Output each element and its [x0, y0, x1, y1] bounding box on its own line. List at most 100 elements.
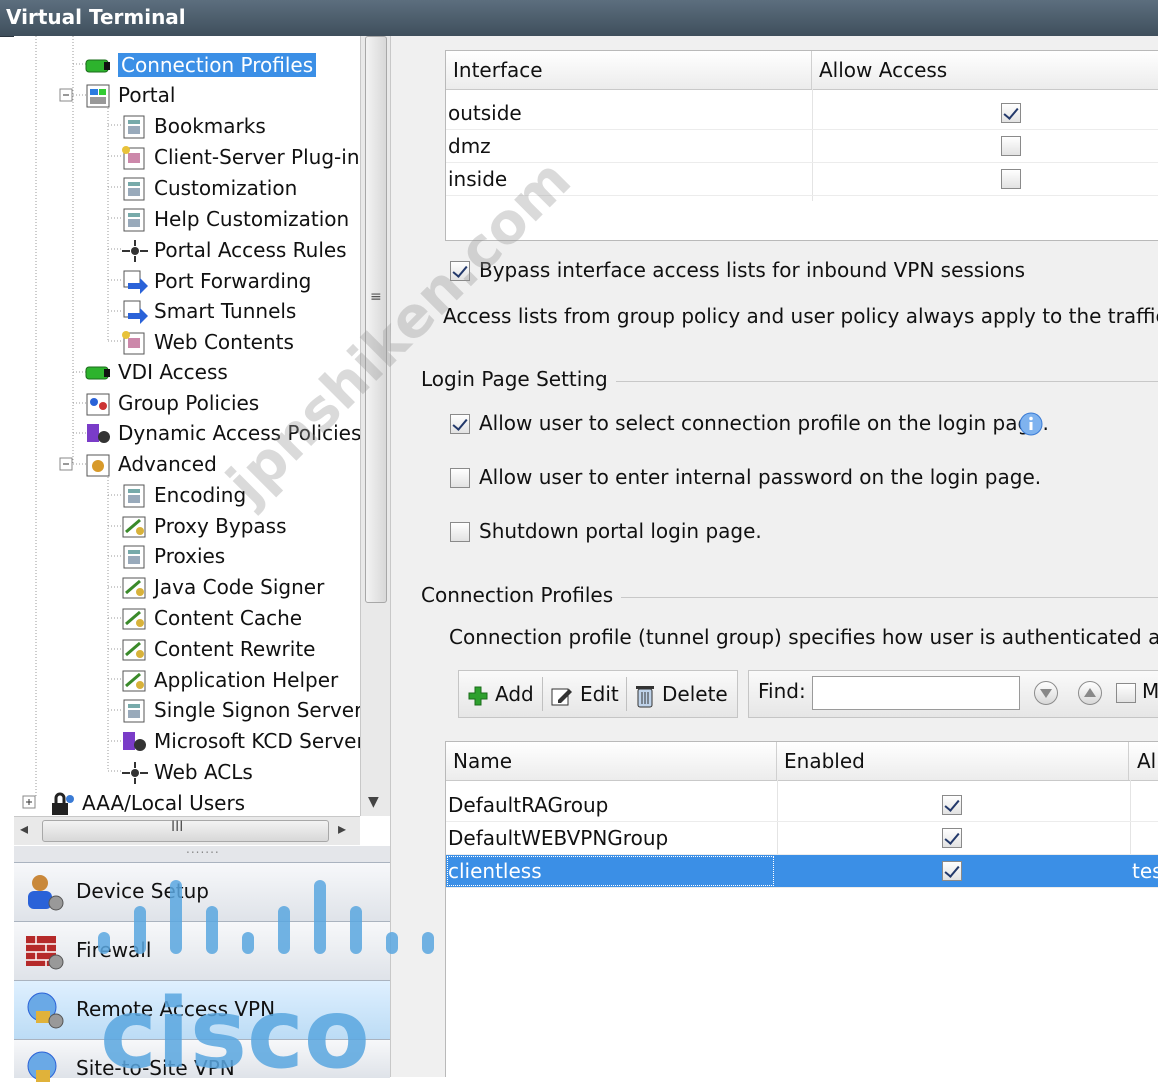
find-bar: Find: M — [748, 670, 1158, 718]
tree-item-customization[interactable]: Customization — [120, 173, 297, 202]
tree-item-web-contents[interactable]: Web Contents — [120, 327, 294, 356]
tree-item-proxy-bypass[interactable]: Proxy Bypass — [120, 511, 287, 540]
acl-note: Access lists from group policy and user … — [443, 304, 1158, 328]
tree-item-bookmarks[interactable]: Bookmarks — [120, 111, 266, 140]
panel-divider[interactable] — [390, 36, 422, 1077]
find-input[interactable] — [812, 676, 1020, 710]
certificate-icon — [122, 608, 146, 629]
select-connection-profile-checkbox[interactable] — [450, 414, 470, 434]
tree-item-microsoft-kcd-server[interactable]: Microsoft KCD Server — [120, 726, 360, 755]
tree-item-encoding[interactable]: Encoding — [120, 480, 246, 509]
match-case-label: M — [1142, 679, 1158, 703]
edit-button[interactable]: Edit — [550, 677, 619, 711]
tree-item-portal-access-rules[interactable]: Portal Access Rules — [120, 235, 347, 264]
tree-item-proxies[interactable]: Proxies — [120, 541, 225, 570]
shutdown-portal-label: Shutdown portal login page. — [479, 519, 762, 543]
tree-item-advanced[interactable]: Advanced — [84, 449, 217, 478]
enabled-checkbox[interactable] — [942, 795, 962, 815]
interface-name: dmz — [448, 134, 491, 158]
page-icon — [123, 699, 145, 722]
certificate-icon — [122, 639, 146, 660]
edit-icon — [551, 688, 572, 705]
tree-horizontal-scrollbar[interactable]: ◂ III ▸ — [14, 816, 360, 845]
connection-profiles-table[interactable]: Name Enabled Ali DefaultRAGroup DefaultW… — [445, 741, 1158, 1077]
scroll-right-arrow-icon[interactable]: ▸ — [338, 819, 346, 838]
trash-icon — [636, 685, 654, 707]
plugin-icon — [122, 330, 145, 354]
tree-item-dynamic-access-policies[interactable]: Dynamic Access Policies — [84, 418, 360, 447]
allow-access-checkbox-outside[interactable] — [1001, 103, 1021, 123]
table-row[interactable]: DefaultWEBVPNGroup — [446, 822, 1158, 855]
port-forwarding-icon — [123, 270, 148, 294]
window-title: Virtual Terminal — [6, 5, 186, 29]
access-rules-icon — [122, 761, 148, 784]
tree-horizontal-scroll-thumb[interactable]: III — [42, 819, 329, 842]
column-header-allow-access[interactable]: Allow Access — [812, 51, 1158, 89]
table-row[interactable]: inside — [446, 163, 1158, 196]
profiles-toolbar: Add Edit Delete — [458, 670, 738, 718]
tree-item-content-cache[interactable]: Content Cache — [120, 603, 302, 632]
nav-button-firewall[interactable]: Firewall — [14, 921, 390, 980]
internal-password-checkbox[interactable] — [450, 468, 470, 488]
tree-item-application-helper[interactable]: Application Helper — [120, 665, 338, 694]
tree-item-help-customization[interactable]: Help Customization — [120, 204, 349, 233]
table-row-selected[interactable]: clientless tes — [446, 855, 1158, 888]
navigation-tree[interactable]: Connection Profiles Portal Bookmarks Cli… — [14, 36, 360, 816]
arrow-up-icon — [1084, 688, 1096, 697]
table-row[interactable]: dmz — [446, 130, 1158, 163]
tree-vertical-scroll-thumb[interactable]: ≡ — [365, 36, 387, 603]
tree-item-client-server-plugins[interactable]: Client-Server Plug-ins — [120, 142, 360, 171]
tree-item-aaa-local-users[interactable]: AAA/Local Users — [48, 788, 245, 816]
certificate-icon — [122, 516, 146, 537]
column-header-name[interactable]: Name — [446, 742, 777, 780]
tree-item-single-signon-servers[interactable]: Single Signon Servers — [120, 695, 360, 724]
firewall-icon — [26, 936, 64, 970]
site-to-site-vpn-icon — [27, 1051, 57, 1082]
enabled-checkbox[interactable] — [942, 861, 962, 881]
profile-name: clientless — [446, 855, 775, 887]
find-next-button[interactable] — [1034, 681, 1058, 705]
find-previous-button[interactable] — [1078, 681, 1102, 705]
add-button[interactable]: Add — [467, 677, 534, 711]
tree-item-java-code-signer[interactable]: Java Code Signer — [120, 572, 324, 601]
profile-aliases: tes — [1132, 859, 1158, 883]
enabled-checkbox[interactable] — [942, 828, 962, 848]
column-header-interface[interactable]: Interface — [446, 51, 812, 89]
nav-splitter[interactable]: ....... — [14, 842, 390, 862]
connection-profile-icon — [85, 59, 110, 72]
table-header: Name Enabled Ali — [446, 742, 1158, 781]
tree-item-portal[interactable]: Portal — [84, 80, 175, 109]
tree-vertical-scrollbar[interactable]: ≡ ▼ — [360, 36, 391, 816]
table-row[interactable]: DefaultRAGroup — [446, 789, 1158, 822]
delete-button[interactable]: Delete — [634, 677, 728, 711]
tree-item-port-forwarding[interactable]: Port Forwarding — [120, 266, 311, 295]
tree-item-content-rewrite[interactable]: Content Rewrite — [120, 634, 315, 663]
select-connection-profile-label: Allow user to select connection profile … — [479, 411, 1049, 435]
lock-icon — [52, 792, 74, 815]
scroll-down-arrow-icon[interactable]: ▼ — [368, 794, 379, 810]
tree-item-smart-tunnels[interactable]: Smart Tunnels — [120, 296, 296, 325]
info-icon[interactable] — [1019, 412, 1043, 436]
nav-button-device-setup[interactable]: Device Setup — [14, 862, 390, 921]
nav-button-remote-access-vpn[interactable]: Remote Access VPN — [14, 980, 390, 1039]
shutdown-portal-checkbox[interactable] — [450, 522, 470, 542]
column-header-enabled[interactable]: Enabled — [777, 742, 1129, 780]
allow-access-checkbox-dmz[interactable] — [1001, 136, 1021, 156]
scroll-left-arrow-icon[interactable]: ◂ — [20, 819, 28, 838]
nav-button-site-to-site-vpn[interactable]: Site-to-Site VPN — [14, 1039, 390, 1082]
plugin-icon — [122, 145, 145, 169]
column-header-aliases[interactable]: Ali — [1130, 742, 1158, 780]
allow-access-checkbox-inside[interactable] — [1001, 169, 1021, 189]
interface-access-table[interactable]: Interface Allow Access outside dmz insid… — [445, 50, 1158, 241]
tree-item-connection-profiles[interactable]: Connection Profiles — [84, 50, 318, 79]
group-policies-icon — [86, 393, 110, 415]
table-row[interactable]: outside — [446, 97, 1158, 130]
device-setup-icon — [28, 875, 64, 911]
bypass-acl-checkbox[interactable] — [450, 261, 470, 281]
certificate-icon — [122, 670, 146, 691]
connection-profiles-title: Connection Profiles — [421, 583, 622, 607]
match-case-checkbox[interactable] — [1116, 683, 1136, 703]
tree-item-vdi-access[interactable]: VDI Access — [84, 357, 228, 386]
tree-item-web-acls[interactable]: Web ACLs — [120, 757, 253, 786]
tree-item-group-policies[interactable]: Group Policies — [84, 388, 259, 417]
